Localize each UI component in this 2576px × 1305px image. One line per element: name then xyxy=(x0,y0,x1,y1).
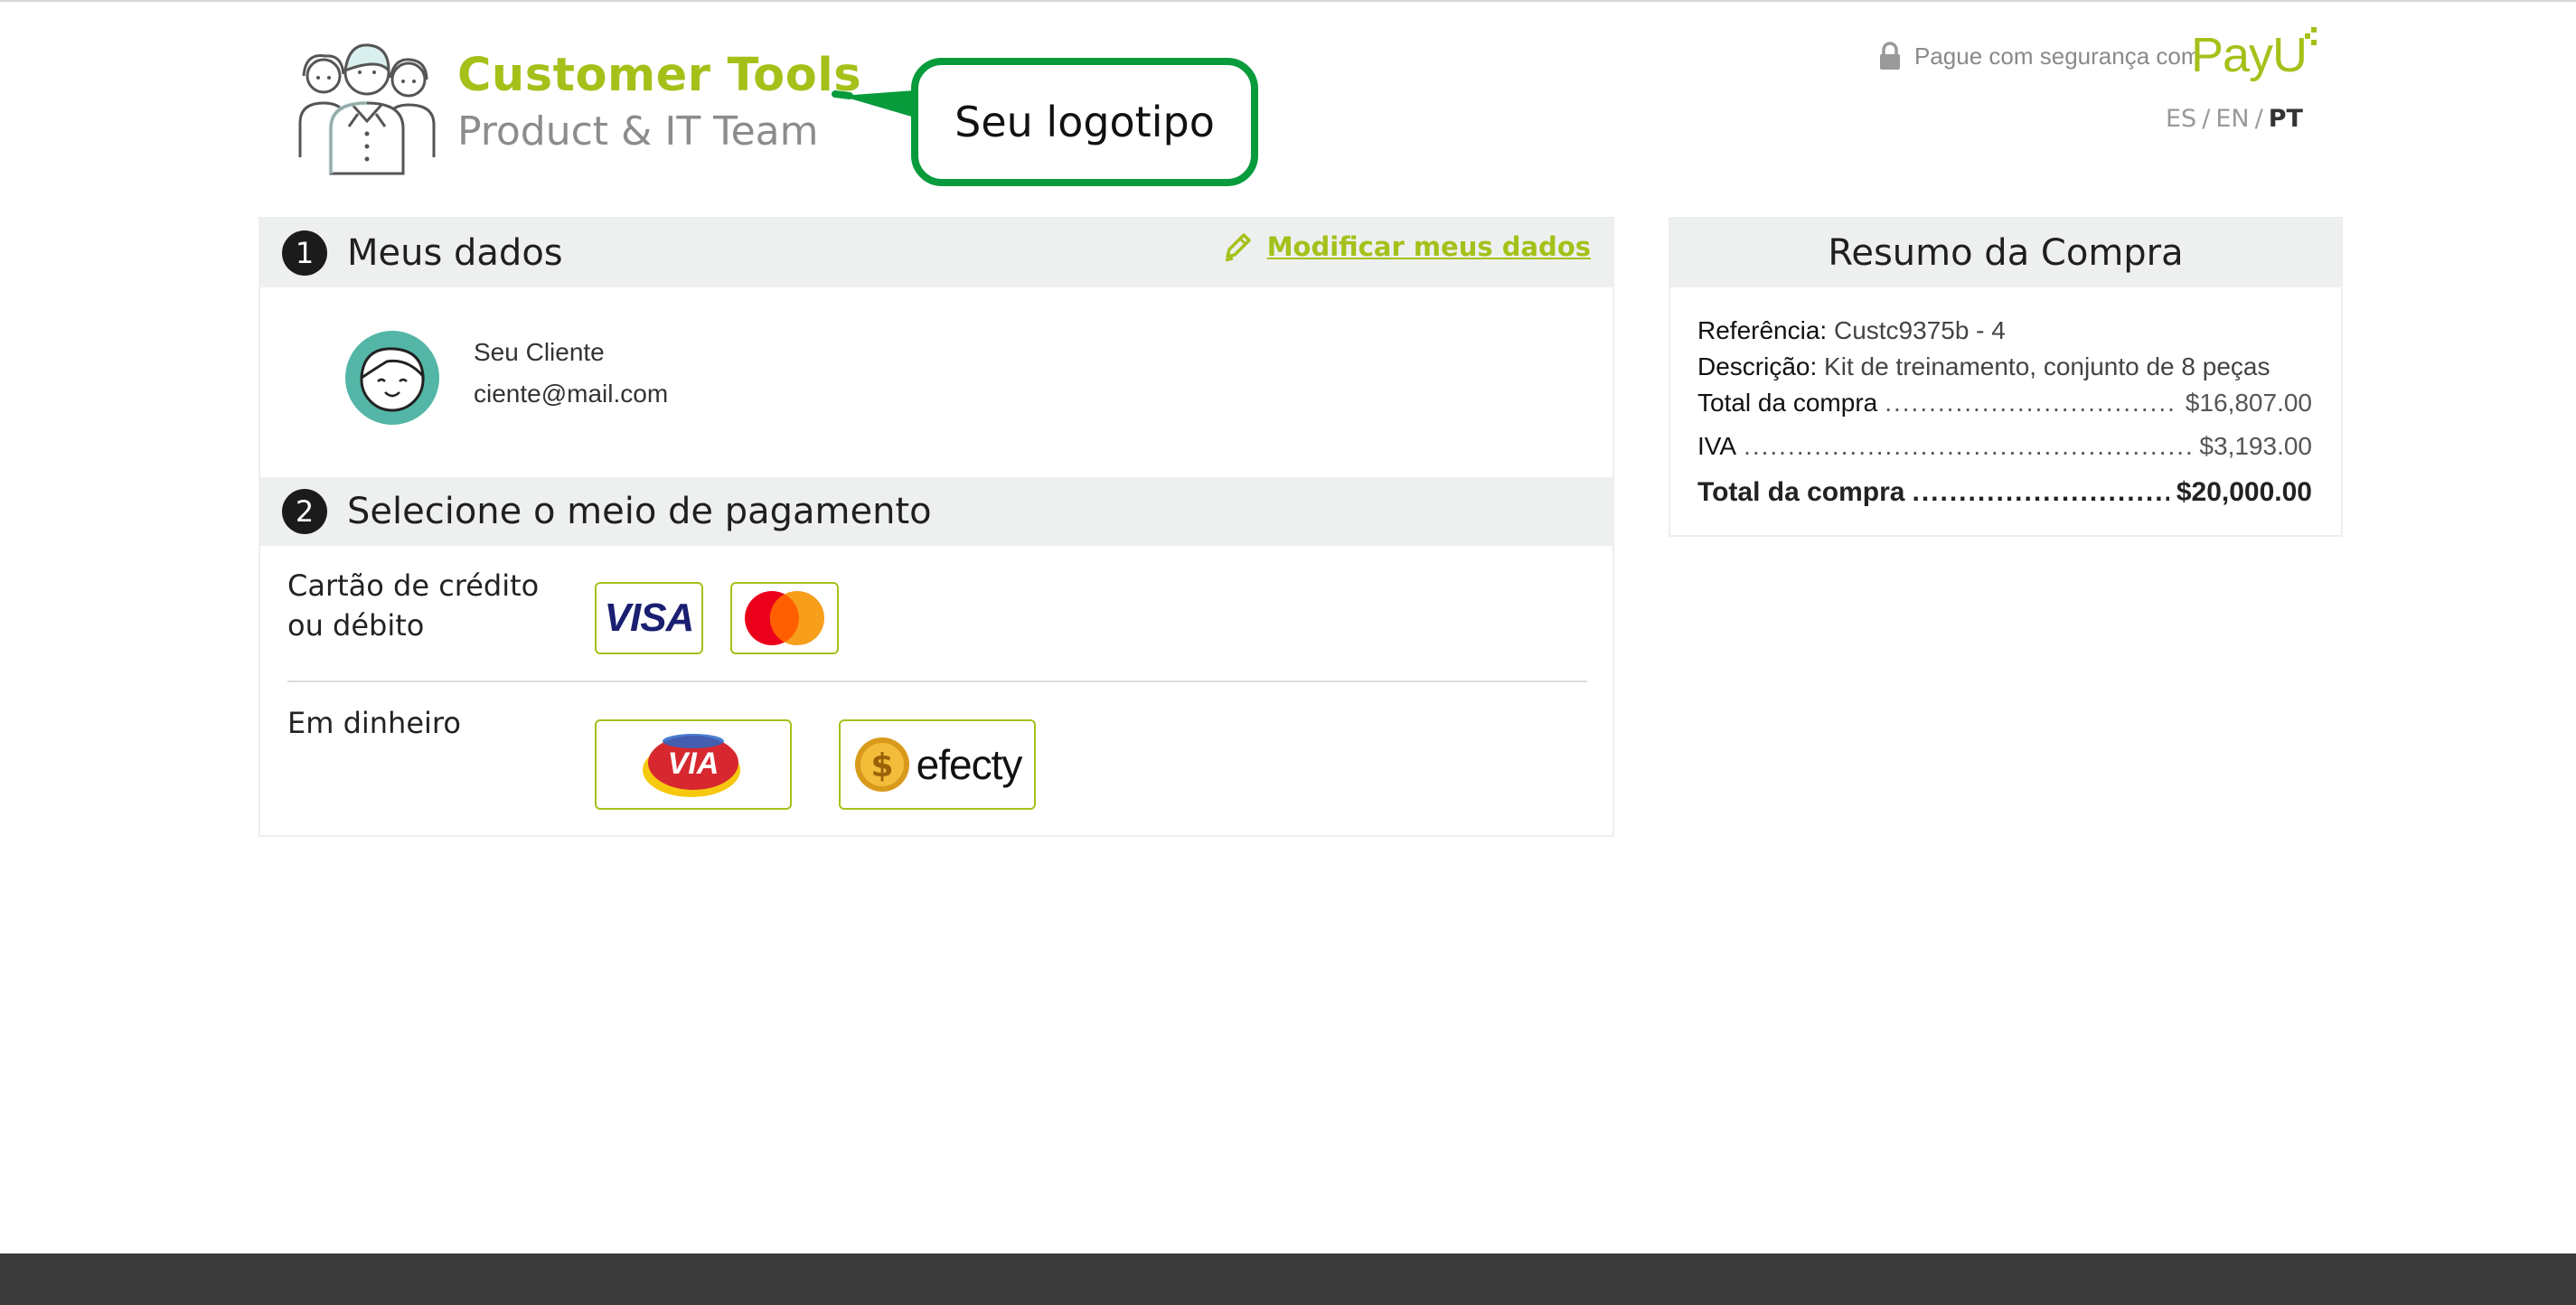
payment-method-title: Selecione o meio de pagamento xyxy=(347,491,932,532)
order-summary-title: Resumo da Compra xyxy=(1670,219,2341,287)
card-payment-label: Cartão de crédito ou débito xyxy=(287,566,539,645)
brand-team-subtitle: Product & IT Team xyxy=(457,108,819,155)
tax-row: IVA ....................................… xyxy=(1697,432,2312,461)
language-pt[interactable]: PT xyxy=(2269,105,2303,133)
language-es[interactable]: ES xyxy=(2166,105,2196,133)
step-badge-2: 2 xyxy=(282,489,327,534)
tax-label: IVA xyxy=(1697,432,1737,460)
payu-logo-dots-icon xyxy=(2305,27,2317,45)
order-summary-card: Resumo da Compra Referência: Custc9375b … xyxy=(1669,217,2343,537)
efecty-logo-text: efecty xyxy=(916,741,1023,788)
card-payment-label-line2: ou débito xyxy=(287,608,425,643)
secure-payment-text: Pague com segurança com xyxy=(1914,42,2201,70)
customer-email: ciente@mail.com xyxy=(474,380,669,408)
customer-avatar-icon xyxy=(345,331,439,425)
description-label: Descrição: xyxy=(1697,352,1818,380)
description-line: Descrição: Kit de treinamento, conjunto … xyxy=(1697,352,2270,381)
reference-value: Custc9375b - 4 xyxy=(1833,316,2006,344)
reference-label: Referência: xyxy=(1697,316,1828,344)
language-switcher: ES / EN / PT xyxy=(2166,105,2303,133)
payment-method-header: 2 Selecione o meio de pagamento xyxy=(260,477,1612,546)
secure-payment-notice: Pague com segurança com xyxy=(1878,42,2201,70)
svg-text:$: $ xyxy=(870,747,893,784)
visa-option[interactable]: VISA xyxy=(595,582,703,654)
efecty-option[interactable]: $ efecty xyxy=(839,719,1036,810)
pencil-icon xyxy=(1225,233,1251,262)
card-payment-label-line1: Cartão de crédito xyxy=(287,568,540,603)
brand-name: Customer Tools xyxy=(457,49,862,102)
your-logo-callout: Seu logotipo xyxy=(911,58,1258,186)
via-logo-text: VIA xyxy=(668,746,719,781)
via-option[interactable]: VIA xyxy=(595,719,792,810)
payment-divider xyxy=(287,681,1587,682)
lock-icon xyxy=(1880,42,1900,70)
tax-value: $3,193.00 xyxy=(2199,432,2312,460)
top-border xyxy=(0,0,2576,2)
payu-logo-text: PayU xyxy=(2191,28,2308,82)
total-leader: ........................................… xyxy=(1912,477,2168,507)
callout-pointer xyxy=(832,90,915,117)
description-value: Kit de treinamento, conjunto de 8 peças xyxy=(1824,352,2270,380)
cash-payment-label: Em dinheiro xyxy=(287,706,461,740)
total-label: Total da compra xyxy=(1697,477,1905,507)
subtotal-leader: ........................................… xyxy=(1885,389,2178,417)
efecty-coin-icon: $ xyxy=(854,737,909,792)
team-people-logo-icon xyxy=(298,43,436,175)
my-data-title: Meus dados xyxy=(347,232,563,274)
payu-logo: PayU xyxy=(2191,27,2308,83)
tax-leader: ........................................… xyxy=(1744,432,2193,460)
step-badge-1: 1 xyxy=(282,230,327,276)
subtotal-value: $16,807.00 xyxy=(2185,389,2312,417)
modify-data-link[interactable]: Modificar meus dados xyxy=(1222,231,1591,262)
reference-line: Referência: Custc9375b - 4 xyxy=(1697,316,2006,345)
visa-logo: VISA xyxy=(604,596,695,640)
mastercard-option[interactable] xyxy=(730,582,839,654)
mastercard-logo-icon xyxy=(745,591,824,645)
language-en[interactable]: EN xyxy=(2215,105,2249,133)
checkout-card: 1 Meus dados Modificar meus dados Seu Cl… xyxy=(259,217,1614,837)
subtotal-label: Total da compra xyxy=(1697,389,1878,417)
page-footer xyxy=(0,1253,2576,1305)
my-data-header: 1 Meus dados Modificar meus dados xyxy=(260,219,1612,287)
via-logo-icon: VIA xyxy=(643,734,740,797)
customer-name: Seu Cliente xyxy=(474,338,605,366)
subtotal-row: Total da compra ........................… xyxy=(1697,389,2312,418)
total-row: Total da compra ........................… xyxy=(1697,477,2312,508)
total-value: $20,000.00 xyxy=(2176,477,2312,507)
modify-data-label: Modificar meus dados xyxy=(1266,231,1591,262)
